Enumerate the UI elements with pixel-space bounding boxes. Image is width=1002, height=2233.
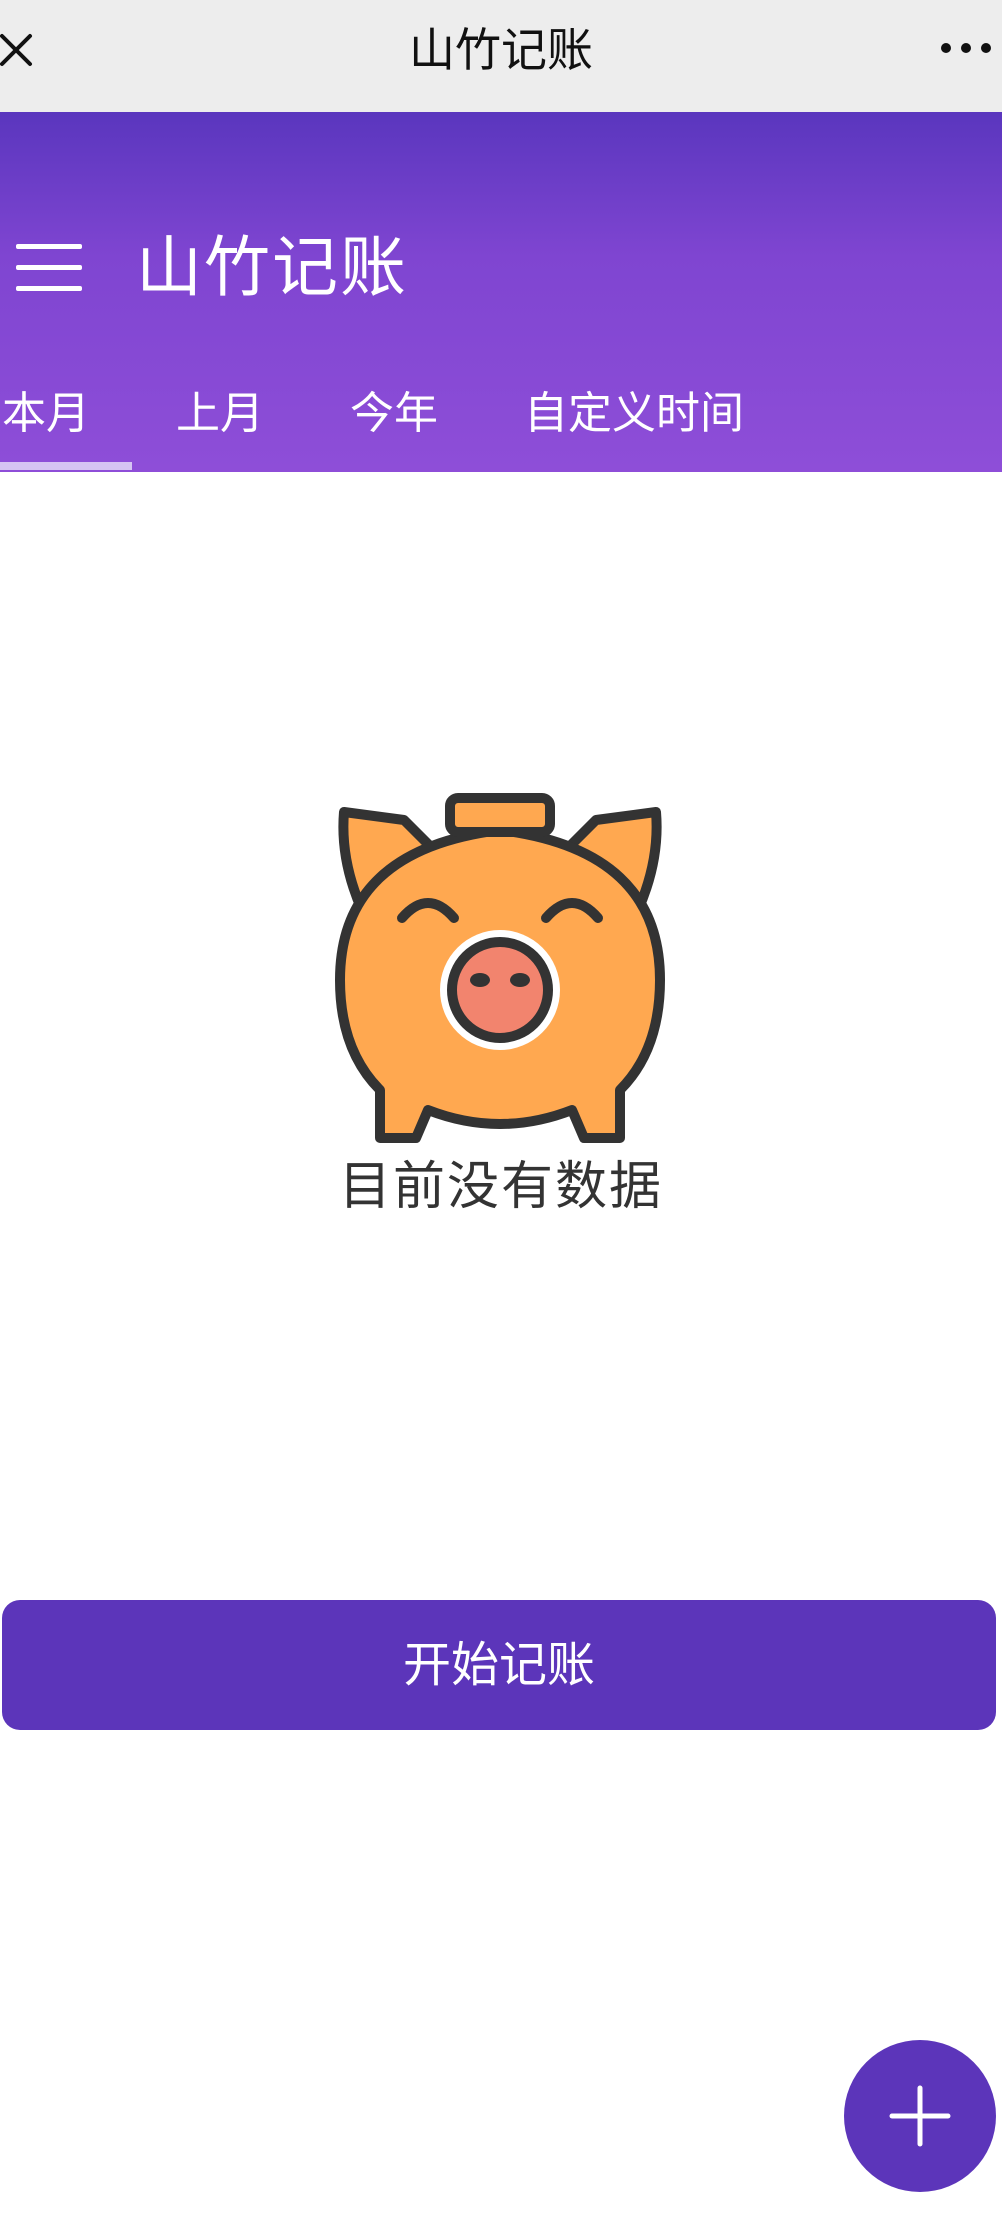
- tab-last-month[interactable]: 上月: [176, 384, 264, 444]
- active-tab-indicator: [0, 462, 132, 470]
- tab-custom-time[interactable]: 自定义时间: [524, 384, 744, 444]
- period-tabs: 本月 上月 今年 自定义时间: [0, 362, 1002, 472]
- tab-this-month[interactable]: 本月: [2, 384, 90, 444]
- start-bookkeeping-button[interactable]: 开始记账: [2, 1600, 996, 1730]
- hamburger-menu-icon[interactable]: [14, 240, 84, 296]
- topbar-title: 山竹记账: [409, 23, 593, 77]
- app-title: 山竹记账: [136, 229, 408, 306]
- more-dots-icon[interactable]: [938, 28, 994, 68]
- piggy-bank-icon: [322, 790, 678, 1150]
- app-page: 山竹记账 山竹记账 本月 上月 今年 自定义时间 目前没有数据 开始记账: [0, 0, 1002, 2233]
- plus-icon: [889, 2085, 951, 2147]
- add-record-button[interactable]: [844, 2040, 996, 2192]
- tab-this-year[interactable]: 今年: [350, 384, 438, 444]
- top-bar: 山竹记账: [0, 0, 1002, 112]
- empty-state-message: 目前没有数据: [338, 1157, 663, 1217]
